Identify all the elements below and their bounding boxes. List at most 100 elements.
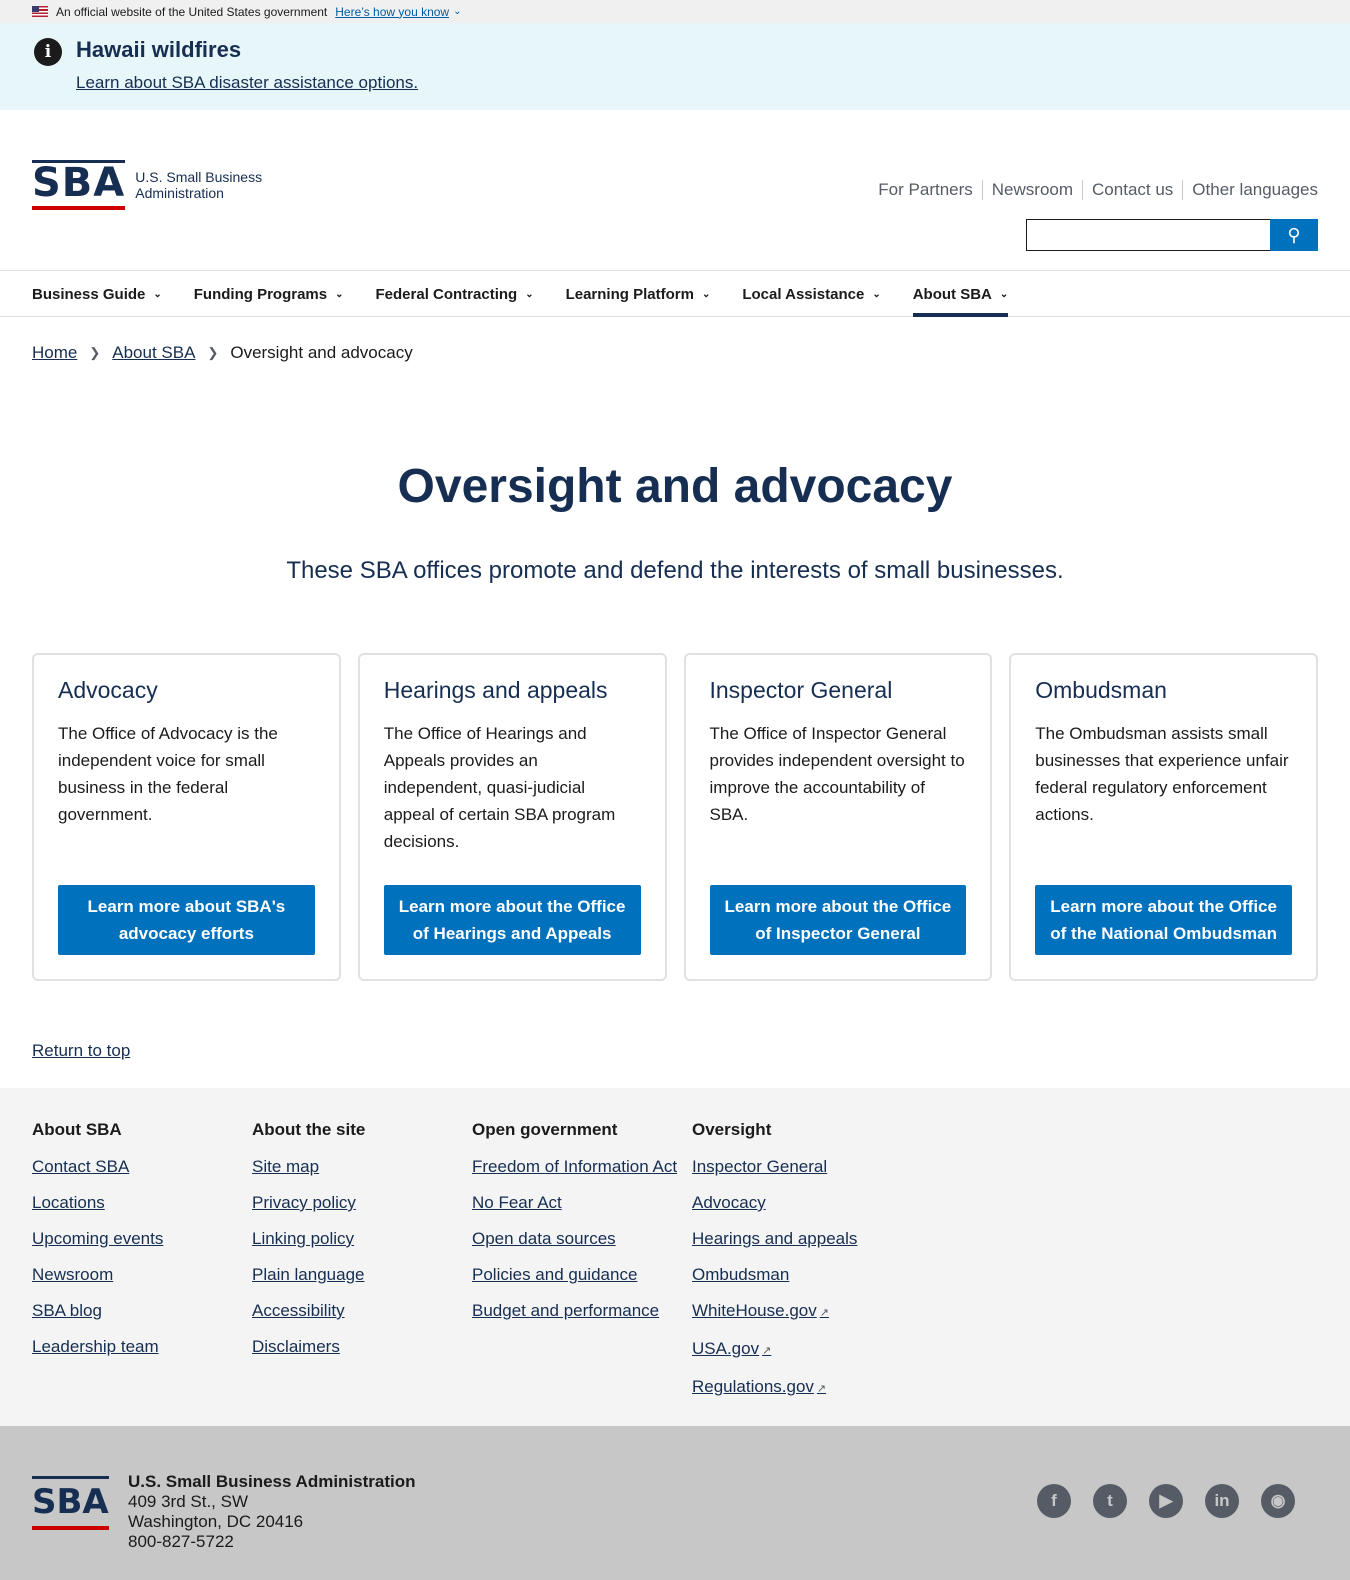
footer-link[interactable]: Hearings and appeals xyxy=(692,1229,912,1249)
utility-link-newsroom[interactable]: Newsroom xyxy=(981,180,1082,200)
nav-label: Learning Platform xyxy=(565,285,694,303)
utility-link-partners[interactable]: For Partners xyxy=(869,180,981,200)
footer-link[interactable]: Leadership team xyxy=(32,1337,252,1357)
footer-link-external[interactable]: USA.gov ↗ xyxy=(692,1339,912,1361)
card-button-ombudsman[interactable]: Learn more about the Office of the Natio… xyxy=(1035,885,1292,955)
card-button-advocacy[interactable]: Learn more about SBA's advocacy efforts xyxy=(58,885,315,955)
address-phone: 800-827-5722 xyxy=(128,1532,234,1551)
footer-link[interactable]: No Fear Act xyxy=(472,1193,692,1213)
external-link-icon: ↗ xyxy=(816,1383,827,1395)
nav-about-sba[interactable]: About SBA ⌄ xyxy=(912,271,1009,317)
search-input[interactable] xyxy=(1026,219,1270,251)
heres-how-you-know-link[interactable]: Here’s how you know xyxy=(335,5,449,19)
site-header: SBA U.S. Small Business Administration F… xyxy=(0,110,1350,270)
nav-label: Federal Contracting xyxy=(375,285,518,303)
footer-col-site: About the site Site map Privacy policy L… xyxy=(252,1120,472,1426)
breadcrumb-home[interactable]: Home xyxy=(32,343,77,363)
footer-link[interactable]: Freedom of Information Act xyxy=(472,1157,692,1177)
nav-label: Funding Programs xyxy=(193,285,328,303)
footer-link[interactable]: Accessibility xyxy=(252,1301,472,1321)
card-title: Inspector General xyxy=(709,677,893,703)
utility-nav: For Partners Newsroom Contact us Other l… xyxy=(869,180,1318,200)
nav-label: About SBA xyxy=(912,285,992,303)
card-title: Ombudsman xyxy=(1035,677,1167,703)
card-body: The Office of Inspector General provides… xyxy=(709,724,965,824)
breadcrumb: Home ❯ About SBA ❯ Oversight and advocac… xyxy=(0,317,1350,369)
card-inspector-general: Inspector General The Office of Inspecto… xyxy=(683,653,993,981)
footer-link[interactable]: Privacy policy xyxy=(252,1193,472,1213)
chevron-right-icon: ❯ xyxy=(207,345,219,360)
sba-logo[interactable]: SBA U.S. Small Business Administration xyxy=(32,160,262,210)
footer-link[interactable]: Advocacy xyxy=(692,1193,912,1213)
gov-banner-text: An official website of the United States… xyxy=(56,4,328,19)
breadcrumb-about-sba[interactable]: About SBA xyxy=(112,343,195,363)
footer-link[interactable]: Policies and guidance xyxy=(472,1265,692,1285)
youtube-icon[interactable]: ▶ xyxy=(1149,1484,1183,1518)
footer-col-about: About SBA Contact SBA Locations Upcoming… xyxy=(32,1120,252,1426)
card-body: The Ombudsman assists small businesses t… xyxy=(1035,724,1289,824)
hero: Oversight and advocacy These SBA offices… xyxy=(0,369,1350,585)
info-icon: i xyxy=(34,38,62,66)
chevron-down-icon: ⌄ xyxy=(701,288,711,300)
nav-label: Business Guide xyxy=(32,285,146,303)
logo-text-line1: U.S. Small Business xyxy=(135,169,263,185)
sba-logo-mark: SBA xyxy=(32,160,126,210)
page-subtitle: These SBA offices promote and defend the… xyxy=(286,557,1064,584)
footer-link[interactable]: Plain language xyxy=(252,1265,472,1285)
main-nav: Business Guide ⌄ Funding Programs ⌄ Federa… xyxy=(0,270,1350,317)
footer-link[interactable]: Budget and performance xyxy=(472,1301,692,1321)
footer-heading: About the site xyxy=(252,1120,366,1139)
footer-link[interactable]: Locations xyxy=(32,1193,252,1213)
footer-link[interactable]: Contact SBA xyxy=(32,1157,252,1177)
footer-col-oversight: Oversight Inspector General Advocacy Hea… xyxy=(692,1120,912,1426)
search-form: ⚲ xyxy=(1026,219,1318,251)
nav-local-assistance[interactable]: Local Assistance ⌄ xyxy=(742,271,880,317)
search-button[interactable]: ⚲ xyxy=(1270,219,1318,251)
footer-link-external[interactable]: Regulations.gov ↗ xyxy=(692,1377,912,1399)
footer-link[interactable]: Open data sources xyxy=(472,1229,692,1249)
alert-title: Hawaii wildfires xyxy=(76,37,242,62)
card-button-inspector[interactable]: Learn more about the Office of Inspector… xyxy=(709,885,967,955)
nav-label: Local Assistance xyxy=(742,285,865,303)
footer-heading: Open government xyxy=(472,1120,618,1139)
footer-link[interactable]: SBA blog xyxy=(32,1301,252,1321)
nav-learning-platform[interactable]: Learning Platform ⌄ xyxy=(566,271,711,317)
org-name: U.S. Small Business Administration xyxy=(128,1472,416,1491)
return-to-top-link[interactable]: Return to top xyxy=(32,1041,130,1060)
nav-federal-contracting[interactable]: Federal Contracting ⌄ xyxy=(376,271,534,317)
search-icon: ⚲ xyxy=(1287,224,1301,245)
footer-sba-logo: SBA xyxy=(32,1476,109,1530)
footer-link[interactable]: Upcoming events xyxy=(32,1229,252,1249)
nav-business-guide[interactable]: Business Guide ⌄ xyxy=(32,271,162,317)
footer-heading: About SBA xyxy=(32,1120,122,1139)
twitter-icon[interactable]: t xyxy=(1093,1484,1127,1518)
card-ombudsman: Ombudsman The Ombudsman assists small bu… xyxy=(1009,653,1318,981)
utility-link-contact[interactable]: Contact us xyxy=(1082,180,1182,200)
utility-link-languages[interactable]: Other languages xyxy=(1182,180,1318,200)
linkedin-icon[interactable]: in xyxy=(1205,1484,1239,1518)
footer-link[interactable]: Newsroom xyxy=(32,1265,252,1285)
instagram-icon[interactable]: ◉ xyxy=(1261,1484,1295,1518)
link-text: WhiteHouse.gov xyxy=(692,1301,817,1320)
card-button-hearings[interactable]: Learn more about the Office of Hearings … xyxy=(383,885,641,955)
footer-link[interactable]: Inspector General xyxy=(692,1157,912,1177)
footer-links: About SBA Contact SBA Locations Upcoming… xyxy=(0,1088,1350,1426)
footer-link-external[interactable]: WhiteHouse.gov ↗ xyxy=(692,1301,912,1323)
gov-banner: An official website of the United States… xyxy=(0,0,1350,23)
facebook-icon[interactable]: f xyxy=(1037,1484,1071,1518)
breadcrumb-current: Oversight and advocacy xyxy=(230,343,413,362)
footer-link[interactable]: Linking policy xyxy=(252,1229,472,1249)
footer-bottom: SBA U.S. Small Business Administration 4… xyxy=(0,1426,1350,1580)
footer-link[interactable]: Disclaimers xyxy=(252,1337,472,1357)
footer-link[interactable]: Site map xyxy=(252,1157,472,1177)
card-group: Advocacy The Office of Advocacy is the i… xyxy=(0,653,1350,981)
footer-link[interactable]: Ombudsman xyxy=(692,1265,912,1285)
chevron-down-icon[interactable]: ⌄ xyxy=(453,6,461,17)
address-street: 409 3rd St., SW xyxy=(128,1492,248,1511)
footer-heading: Oversight xyxy=(692,1120,772,1139)
us-flag-icon xyxy=(32,6,48,17)
chevron-down-icon: ⌄ xyxy=(999,288,1009,300)
social-links: f t ▶ in ◉ xyxy=(1037,1484,1295,1518)
alert-link[interactable]: Learn about SBA disaster assistance opti… xyxy=(76,73,418,92)
nav-funding-programs[interactable]: Funding Programs ⌄ xyxy=(194,271,344,317)
